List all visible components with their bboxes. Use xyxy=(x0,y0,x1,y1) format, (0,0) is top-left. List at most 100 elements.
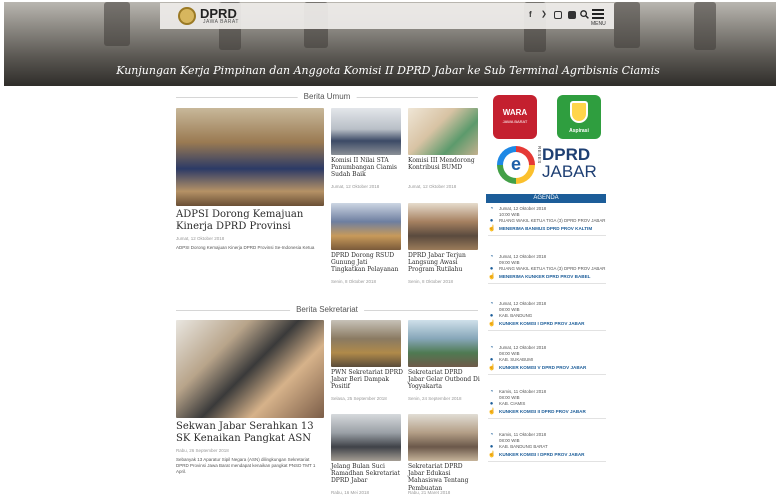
news-title[interactable]: Komisi III Mendorong Kontribusi BUMD xyxy=(408,157,480,171)
news-date: Senin, 24 September 2018 xyxy=(408,396,462,401)
news-thumb[interactable] xyxy=(408,320,478,367)
section-berita-umum: Berita Umum xyxy=(176,92,478,107)
news-date: Jumat, 12 Oktober 2018 xyxy=(408,184,457,189)
news-thumb[interactable] xyxy=(408,414,478,461)
clock-icon: ◔ xyxy=(489,301,494,307)
agenda-divider xyxy=(488,461,606,463)
agenda-item[interactable]: ◔ Kamis, 11 Oktober 2018 08:00 WIB ● KAB. BA… xyxy=(488,432,606,463)
hero-title[interactable]: Kunjungan Kerja Pimpinan dan Anggota Kom… xyxy=(0,64,776,77)
thumbs-up-icon: ☝ xyxy=(488,452,496,459)
agenda-item[interactable]: ◔ Jumat, 12 Oktober 2018 10:00 WIB ● RUANG W… xyxy=(488,206,606,237)
news-title[interactable]: Sekretariat DPRD Jabar Gelar Outbond Di … xyxy=(408,369,480,391)
logo-subtitle: JAWA BARAT xyxy=(203,19,239,25)
location-icon: ● xyxy=(489,357,494,364)
clock-icon: ◔ xyxy=(489,254,494,260)
thumbs-up-icon: ☝ xyxy=(488,274,496,281)
thumbs-up-icon: ☝ xyxy=(488,321,496,328)
news-title[interactable]: DPRD Dorong RSUD Gunung Jati Tingkatkan … xyxy=(331,252,403,274)
agenda-divider xyxy=(488,235,606,237)
agenda-location: RUANG WAKIL KETUA TIGA (3) DPRD PROV JAB… xyxy=(499,266,606,272)
thumbs-up-icon: ☝ xyxy=(488,365,496,372)
agenda-location: KAB. SUKABUMI xyxy=(499,357,534,363)
e-reses-letter: e xyxy=(503,152,529,178)
instagram-icon[interactable] xyxy=(554,11,562,19)
agenda-item[interactable]: ◔ Jumat, 12 Oktober 2018 09:00 WIB ● RUANG W… xyxy=(488,254,606,285)
agenda-divider xyxy=(488,374,606,376)
dprd-logo-icon[interactable] xyxy=(178,7,196,25)
location-icon: ● xyxy=(489,401,494,408)
featured-news-date: Jumat, 12 Oktober 2018 xyxy=(176,236,225,241)
agenda-datetime: Jumat, 12 Oktober 2018 08:00 WIB xyxy=(499,345,547,356)
agenda-datetime: Jumat, 12 Oktober 2018 10:00 WIB xyxy=(499,206,547,217)
featured-news-image[interactable] xyxy=(176,320,324,418)
agenda-location: KAB. CIAMIS xyxy=(499,401,526,407)
agenda-event[interactable]: KUNKER KOMISI II DPRD PROV JABAR xyxy=(499,409,586,415)
clock-icon: ◔ xyxy=(489,345,494,351)
agenda-event[interactable]: MENERIMA KUNKER DPRD PROV BABEL xyxy=(499,274,590,280)
wara-sublabel: JAWA BARAT xyxy=(502,119,528,124)
hamburger-menu-icon[interactable] xyxy=(592,9,604,19)
featured-news-title[interactable]: ADPSI Dorong Kemajuan Kinerja DPRD Provi… xyxy=(176,209,326,233)
thumbs-up-icon: ☝ xyxy=(488,226,496,233)
wara-label: WARA xyxy=(502,108,528,117)
agenda-location: KAB. BANDUNG xyxy=(499,313,533,319)
location-icon: ● xyxy=(489,444,494,451)
news-title[interactable]: Jelang Bulan Suci Ramadhan Sekretariat D… xyxy=(331,463,403,485)
news-title[interactable]: PWN Sekretariat DPRD Jabar Beri Dampak P… xyxy=(331,369,403,391)
search-icon[interactable] xyxy=(580,10,589,19)
news-thumb[interactable] xyxy=(331,108,401,155)
news-title[interactable]: Sekretariat DPRD Jabar Edukasi Mahasiswa… xyxy=(408,463,480,492)
section-berita-sekretariat: Berita Sekretariat xyxy=(176,305,478,320)
agenda-location: RUANG WAKIL KETUA TIGA (3) DPRD PROV JAB… xyxy=(499,218,606,224)
reses-jabar-text: JABAR xyxy=(542,162,597,181)
agenda-item[interactable]: ◔ Jumat, 12 Oktober 2018 08:00 WIB ● KAB. SU… xyxy=(488,345,606,376)
agenda-item[interactable]: ◔ Kamis, 11 Oktober 2018 08:00 WIB ● KAB. CI… xyxy=(488,389,606,420)
featured-news-excerpt: Sebanyak 13 Aparatur Sipil Negara (ASN) … xyxy=(176,457,316,475)
news-title[interactable]: Komisi II Nilai STA Panumbangan Ciamis S… xyxy=(331,157,403,179)
agenda-divider xyxy=(488,283,606,285)
agenda-header: AGENDA xyxy=(486,194,606,203)
featured-news-date: Rabu, 26 September 2018 xyxy=(176,448,229,453)
featured-news-image[interactable] xyxy=(176,108,324,206)
wara-app-icon[interactable]: WARA JAWA BARAT xyxy=(493,95,537,139)
news-thumb[interactable] xyxy=(408,108,478,155)
agenda-location: KAB. BANDUNG BARAT xyxy=(499,444,548,450)
agenda-event[interactable]: MENERIMA BANMUS DPRD PROV KALTIM xyxy=(499,226,592,232)
news-thumb[interactable] xyxy=(331,320,401,367)
news-date: Jumat, 12 Oktober 2018 xyxy=(331,184,380,189)
featured-news-title[interactable]: Sekwan Jabar Serahkan 13 SK Kenaikan Pan… xyxy=(176,421,326,445)
agenda-datetime: Kamis, 11 Oktober 2018 08:00 WIB xyxy=(499,389,547,400)
news-date: Senin, 8 Oktober 2018 xyxy=(331,279,377,284)
news-thumb[interactable] xyxy=(331,414,401,461)
agenda-event[interactable]: KUNKER KOMISI V DPRD PROV JABAR xyxy=(499,365,586,371)
facebook-icon[interactable]: f xyxy=(529,11,532,19)
news-thumb[interactable] xyxy=(408,203,478,250)
agenda-datetime: Jumat, 12 Oktober 2018 09:00 WIB xyxy=(499,254,547,265)
news-date: Rabu, 21 Maret 2018 xyxy=(408,490,451,495)
youtube-icon[interactable] xyxy=(568,11,576,19)
featured-news-excerpt: ADPSI Dorong Kemajuan Kinerja DPRD Provi… xyxy=(176,245,315,250)
agenda-datetime: Kamis, 11 Oktober 2018 08:00 WIB xyxy=(499,432,547,443)
aspirasi-label: Aspirasi xyxy=(569,128,589,134)
section-title: Berita Sekretariat xyxy=(290,305,364,314)
agenda-divider xyxy=(488,418,606,420)
reses-vertical-label: RESES xyxy=(537,146,542,164)
agenda-event[interactable]: KUNKER KOMISI I DPRD PROV JABAR xyxy=(499,452,585,458)
agenda-event[interactable]: KUNKER KOMISI I DPRD PROV JABAR xyxy=(499,321,585,327)
agenda-datetime: Jumat, 12 Oktober 2018 08:00 WIB xyxy=(499,301,547,312)
agenda-divider xyxy=(488,330,606,332)
reses-dprd-text: DPRD xyxy=(542,145,591,164)
clock-icon: ◔ xyxy=(489,432,494,438)
news-date: Selasa, 25 September 2018 xyxy=(331,396,387,401)
location-icon: ● xyxy=(489,218,494,225)
news-title[interactable]: DPRD Jabar Terjun Langsung Awasi Program… xyxy=(408,252,480,274)
agenda-item[interactable]: ◔ Jumat, 12 Oktober 2018 08:00 WIB ● KAB. BA… xyxy=(488,301,606,332)
news-date: Rabu, 16 Mei 2018 xyxy=(331,490,370,495)
location-icon: ● xyxy=(489,266,494,273)
menu-label[interactable]: MENU xyxy=(591,21,606,27)
twitter-icon[interactable]: ❯ xyxy=(541,11,547,19)
news-date: Senin, 8 Oktober 2018 xyxy=(408,279,454,284)
aspirasi-app-icon[interactable]: Aspirasi xyxy=(557,95,601,139)
clock-icon: ◔ xyxy=(489,389,494,395)
news-thumb[interactable] xyxy=(331,203,401,250)
